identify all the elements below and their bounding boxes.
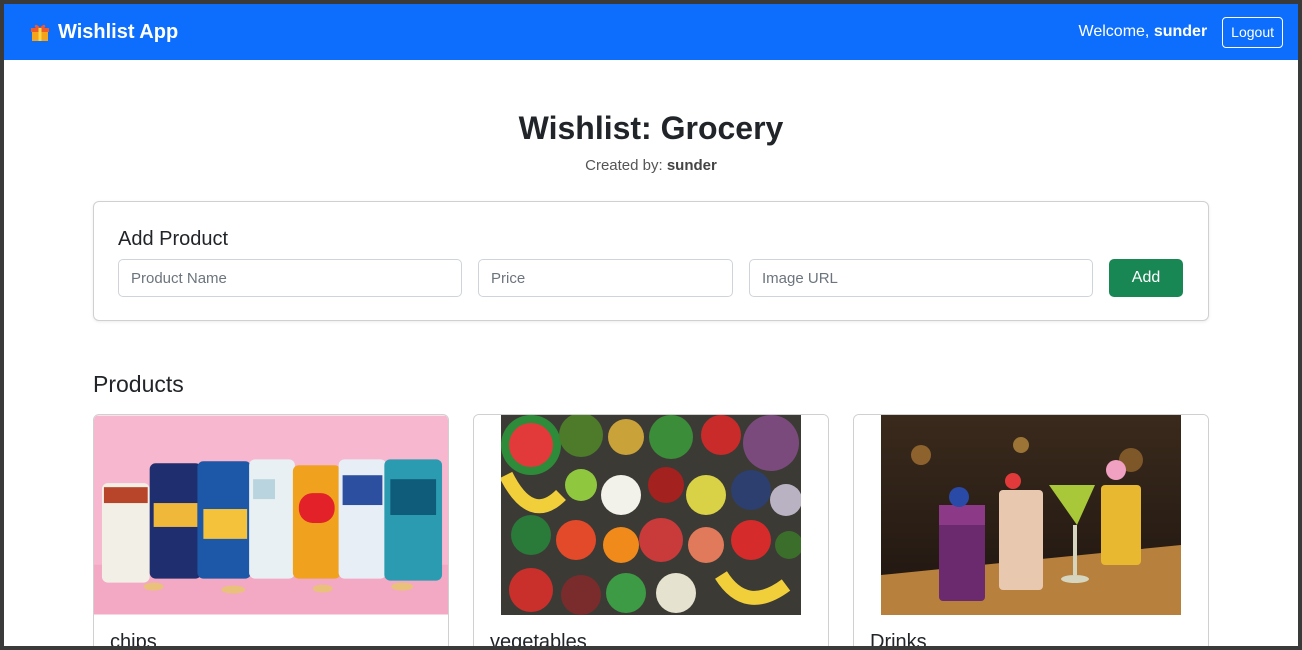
logout-button[interactable]: Logout xyxy=(1222,16,1283,48)
gift-icon xyxy=(30,22,50,42)
image-url-input[interactable] xyxy=(749,259,1093,297)
product-image xyxy=(854,415,1208,615)
nav-user-area: Welcome, sunder Logout xyxy=(1079,16,1283,48)
brand[interactable]: Wishlist App xyxy=(30,21,178,44)
add-product-card: Add Product Add xyxy=(93,201,1209,321)
vegetables-image xyxy=(501,415,801,615)
product-card[interactable]: Drinks xyxy=(853,414,1209,646)
product-grid: chips vegetables Drinks xyxy=(93,414,1209,646)
chips-image xyxy=(94,415,448,615)
add-product-heading: Add Product xyxy=(118,228,229,250)
brand-label: Wishlist App xyxy=(58,20,179,43)
browser-viewport: Wishlist App Welcome, sunder Logout Wish… xyxy=(4,4,1298,646)
product-card[interactable]: vegetables xyxy=(473,414,829,646)
welcome-prefix: Welcome, xyxy=(1078,23,1150,40)
product-name-input[interactable] xyxy=(118,259,462,297)
products-heading: Products xyxy=(93,371,184,397)
created-by: Created by: sunder xyxy=(93,157,1209,174)
welcome-username: sunder xyxy=(1153,23,1208,40)
drinks-image xyxy=(881,415,1181,615)
add-button[interactable]: Add xyxy=(1109,259,1183,297)
product-image xyxy=(474,415,828,615)
product-name: vegetables xyxy=(490,631,587,646)
page-title: Wishlist: Grocery xyxy=(518,110,784,146)
welcome-text: Welcome, sunder xyxy=(1079,23,1208,41)
main-container: Wishlist: Grocery Created by: sunder Add… xyxy=(93,110,1209,646)
created-by-user: sunder xyxy=(666,157,717,174)
product-name: chips xyxy=(110,631,157,646)
product-image xyxy=(94,415,448,615)
created-by-label: Created by: xyxy=(585,157,663,174)
product-card[interactable]: chips xyxy=(93,414,449,646)
add-product-form: Add xyxy=(118,259,1184,297)
price-input[interactable] xyxy=(478,259,733,297)
navbar: Wishlist App Welcome, sunder Logout xyxy=(4,4,1298,60)
product-name: Drinks xyxy=(870,631,927,646)
